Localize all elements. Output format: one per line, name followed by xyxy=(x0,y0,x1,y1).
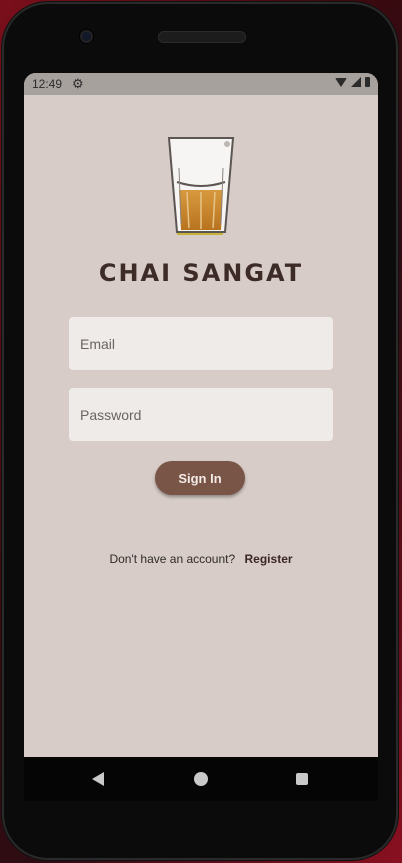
sign-in-button[interactable]: Sign In xyxy=(155,461,245,495)
status-icons xyxy=(335,77,370,87)
battery-icon xyxy=(365,77,370,87)
phone-frame: 12:49 ⚙ CHAI SANGAT Email Password Sign … xyxy=(2,2,398,860)
email-placeholder: Email xyxy=(80,335,116,352)
home-icon[interactable] xyxy=(194,772,208,786)
front-camera xyxy=(80,30,93,43)
status-time: 12:49 xyxy=(32,77,63,91)
chai-glass-icon xyxy=(167,137,235,235)
app-screen: 12:49 ⚙ CHAI SANGAT Email Password Sign … xyxy=(24,73,378,757)
navigation-bar xyxy=(24,757,378,801)
settings-icon: ⚙ xyxy=(72,76,84,91)
register-row: Don't have an account? Register xyxy=(24,552,378,566)
email-field[interactable]: Email xyxy=(69,317,333,370)
back-icon[interactable] xyxy=(92,772,104,786)
status-bar: 12:49 ⚙ xyxy=(24,73,378,95)
password-placeholder: Password xyxy=(80,406,142,423)
signal-icon xyxy=(351,77,361,87)
app-title: CHAI SANGAT xyxy=(98,259,304,287)
register-prompt: Don't have an account? xyxy=(109,552,236,566)
wifi-icon xyxy=(335,77,347,87)
earpiece-speaker xyxy=(158,31,246,43)
password-field[interactable]: Password xyxy=(69,388,333,441)
recents-icon[interactable] xyxy=(296,773,308,785)
register-link[interactable]: Register xyxy=(245,552,293,566)
